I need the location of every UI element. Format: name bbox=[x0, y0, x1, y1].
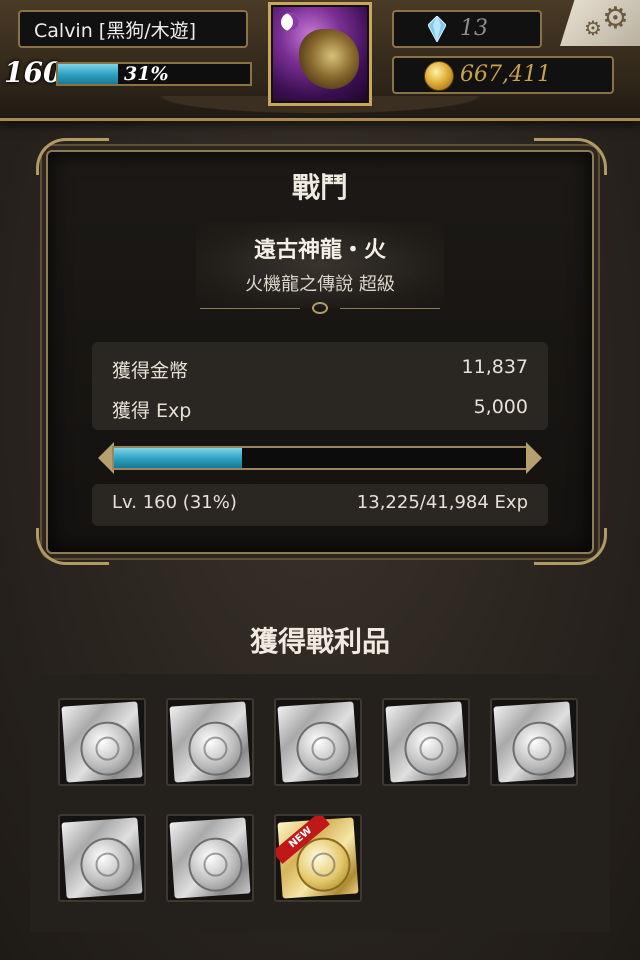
leader-portrait[interactable] bbox=[268, 2, 372, 106]
stage-name: 遠古神龍・火 bbox=[253, 238, 386, 263]
loot-title: 獲得戰利品 bbox=[249, 625, 390, 658]
player-name: Calvin [黑狗/木遊] bbox=[34, 19, 197, 42]
loot-item[interactable] bbox=[274, 698, 362, 786]
loot-item-new[interactable]: NEW bbox=[274, 814, 362, 902]
divider-ornament bbox=[200, 302, 440, 316]
level-info-row: Lv. 160 (31%) 13,225/41,984 Exp bbox=[112, 492, 528, 513]
medal-icon bbox=[186, 719, 245, 778]
medal-icon bbox=[78, 835, 137, 894]
level-badge: 160 bbox=[4, 56, 63, 89]
loot-item[interactable] bbox=[382, 698, 470, 786]
hud-exp-percent: 31% bbox=[124, 63, 169, 85]
gem-counter[interactable]: 13 bbox=[392, 10, 542, 48]
level-progress-bar bbox=[112, 446, 528, 470]
moon-icon bbox=[281, 13, 299, 31]
silver-card-icon bbox=[493, 701, 575, 783]
exp-total-text: 13,225/41,984 Exp bbox=[356, 492, 528, 513]
exp-gained-value: 5,000 bbox=[473, 396, 528, 418]
level-progress-fill bbox=[114, 448, 242, 468]
player-name-box[interactable]: Calvin [黑狗/木遊] bbox=[18, 10, 248, 48]
coins-gained-label: 獲得金幣 bbox=[112, 360, 189, 382]
medal-icon bbox=[510, 719, 569, 778]
medal-icon bbox=[186, 835, 245, 894]
silver-card-icon bbox=[169, 701, 251, 783]
loot-item[interactable] bbox=[58, 698, 146, 786]
dragon-icon bbox=[299, 29, 359, 89]
coin-icon bbox=[424, 61, 454, 91]
medal-icon bbox=[402, 719, 461, 778]
coins-gained-value: 11,837 bbox=[461, 356, 528, 378]
coin-counter[interactable]: 667,411 bbox=[392, 56, 614, 94]
loot-item[interactable] bbox=[166, 698, 254, 786]
divider-dot bbox=[312, 302, 328, 314]
silver-card-icon bbox=[277, 701, 359, 783]
coins-gained-row: 獲得金幣 11,837 bbox=[112, 356, 528, 383]
silver-card-icon bbox=[385, 701, 467, 783]
silver-card-icon bbox=[169, 817, 251, 899]
exp-gained-label: 獲得 Exp bbox=[112, 400, 192, 422]
loot-item[interactable] bbox=[58, 814, 146, 902]
exp-gained-row: 獲得 Exp 5,000 bbox=[112, 396, 528, 423]
hud-exp-fill bbox=[58, 64, 118, 84]
silver-card-icon bbox=[61, 701, 143, 783]
progress-cap-right bbox=[526, 442, 542, 474]
loot-item[interactable] bbox=[490, 698, 578, 786]
battle-title: 戰鬥 bbox=[291, 171, 348, 204]
level-text: Lv. 160 (31%) bbox=[112, 492, 237, 513]
gear-icon: ⚙ bbox=[602, 1, 629, 36]
medal-icon bbox=[78, 719, 137, 778]
divider-line bbox=[200, 308, 300, 309]
hud-exp-bar: 31% bbox=[56, 62, 252, 86]
silver-card-icon bbox=[61, 817, 143, 899]
medal-icon bbox=[294, 719, 353, 778]
portrait-art bbox=[273, 7, 367, 101]
stage-subtitle: 火機龍之傳說 超級 bbox=[245, 274, 395, 295]
loot-item[interactable] bbox=[166, 814, 254, 902]
diamond-icon bbox=[428, 16, 446, 42]
coin-count: 667,411 bbox=[460, 62, 551, 87]
gem-count: 13 bbox=[460, 16, 488, 41]
small-gear-icon: ⚙ bbox=[584, 16, 602, 40]
divider-line bbox=[340, 308, 440, 309]
